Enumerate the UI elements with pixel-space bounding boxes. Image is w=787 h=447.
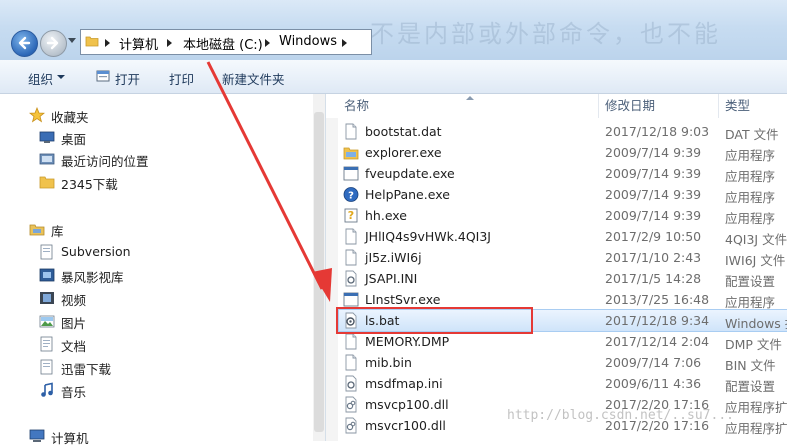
red-arrow-head	[312, 268, 332, 302]
red-arrow	[206, 61, 332, 302]
red-arrow-line	[206, 61, 324, 290]
watermark: http://blog.csdn.net/..su7...	[507, 408, 734, 423]
